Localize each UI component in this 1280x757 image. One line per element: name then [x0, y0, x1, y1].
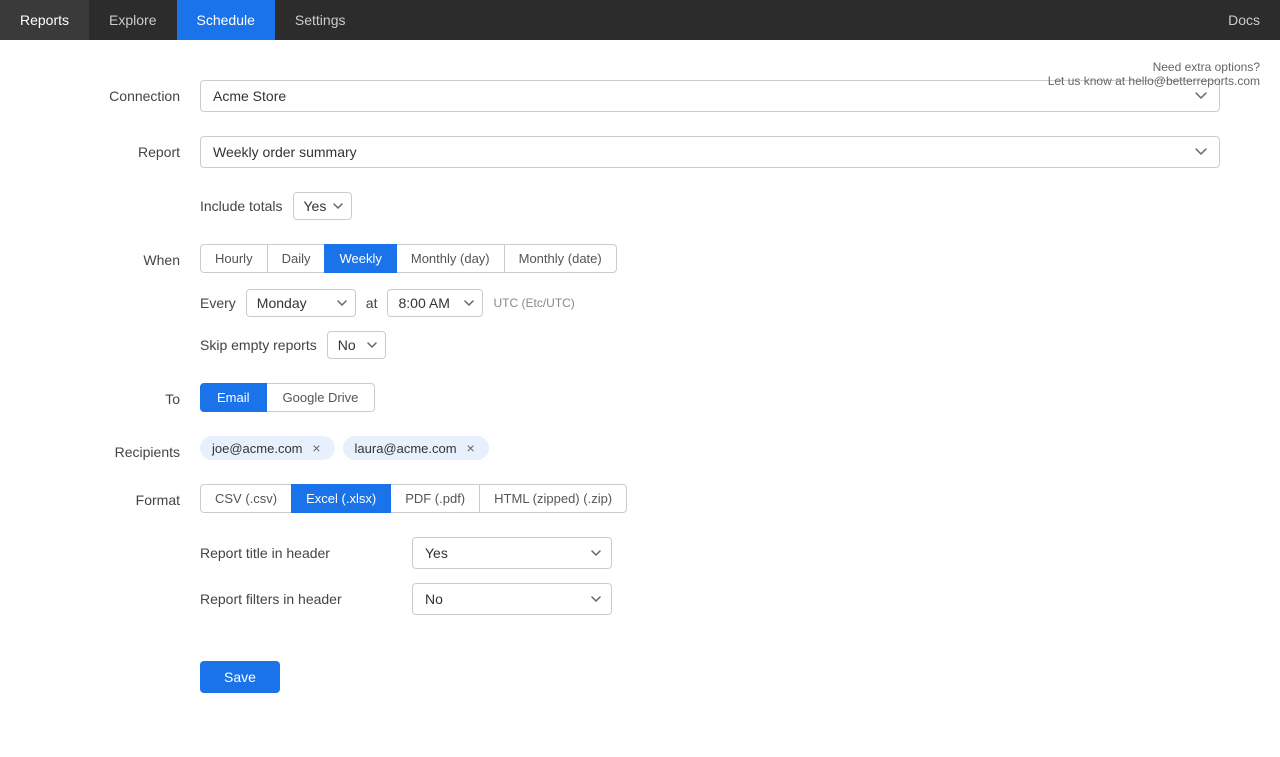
report-row: Report Weekly order summary: [60, 136, 1220, 168]
include-totals-control: Include totals Yes No: [200, 192, 1220, 220]
tab-daily[interactable]: Daily: [267, 244, 326, 273]
when-label: When: [60, 244, 200, 268]
recipient-tag-joe: joe@acme.com ×: [200, 436, 335, 460]
every-label: Every: [200, 295, 236, 311]
time-select[interactable]: 8:00 AM 9:00 AM 10:00 AM: [387, 289, 483, 317]
nav-docs[interactable]: Docs: [1208, 0, 1280, 40]
save-button[interactable]: Save: [200, 661, 280, 693]
report-filters-header-select[interactable]: No Yes: [412, 583, 612, 615]
remove-laura-button[interactable]: ×: [463, 440, 479, 456]
recipient-email-joe: joe@acme.com: [212, 441, 303, 456]
include-totals-label: Include totals: [200, 198, 283, 214]
remove-joe-button[interactable]: ×: [309, 440, 325, 456]
report-filters-header-label: Report filters in header: [200, 591, 400, 607]
at-label: at: [366, 295, 378, 311]
format-html[interactable]: HTML (zipped) (.zip): [479, 484, 627, 513]
nav-settings[interactable]: Settings: [275, 0, 366, 40]
format-excel[interactable]: Excel (.xlsx): [291, 484, 391, 513]
report-filters-sub-row: Report filters in header No Yes: [200, 583, 1220, 615]
when-control: Hourly Daily Weekly Monthly (day) Monthl…: [200, 244, 1220, 359]
help-line2: Let us know at hello@betterreports.com: [1048, 74, 1260, 88]
nav-explore[interactable]: Explore: [89, 0, 176, 40]
to-control: Email Google Drive: [200, 383, 1220, 412]
every-at-row: Every Monday Tuesday Wednesday Thursday …: [200, 289, 1220, 317]
skip-empty-label: Skip empty reports: [200, 337, 317, 353]
connection-label: Connection: [60, 80, 200, 104]
save-row: Save: [60, 653, 1220, 693]
help-text: Need extra options? Let us know at hello…: [1048, 60, 1260, 88]
tab-monthly-day[interactable]: Monthly (day): [396, 244, 505, 273]
tab-monthly-date[interactable]: Monthly (date): [504, 244, 617, 273]
to-email-button[interactable]: Email: [200, 383, 267, 412]
when-tab-group: Hourly Daily Weekly Monthly (day) Monthl…: [200, 244, 1220, 273]
recipients-control: joe@acme.com × laura@acme.com ×: [200, 436, 1220, 460]
to-tab-group: Email Google Drive: [200, 383, 1220, 412]
when-row: When Hourly Daily Weekly Monthly (day) M…: [60, 244, 1220, 359]
report-label: Report: [60, 136, 200, 160]
report-title-header-spacer: [60, 537, 200, 545]
to-label: To: [60, 383, 200, 407]
recipients-label: Recipients: [60, 436, 200, 460]
nav-schedule[interactable]: Schedule: [177, 0, 275, 40]
recipient-email-laura: laura@acme.com: [355, 441, 457, 456]
to-google-drive-button[interactable]: Google Drive: [266, 383, 376, 412]
recipients-area: joe@acme.com × laura@acme.com ×: [200, 436, 1220, 460]
navigation: Reports Explore Schedule Settings Docs: [0, 0, 1280, 40]
include-totals-spacer: [60, 192, 200, 200]
report-title-header-select[interactable]: Yes No: [412, 537, 612, 569]
timezone-label: UTC (Etc/UTC): [493, 296, 574, 310]
connection-row: Connection Acme Store: [60, 80, 1220, 112]
format-row: Format CSV (.csv) Excel (.xlsx) PDF (.pd…: [60, 484, 1220, 513]
report-control: Weekly order summary: [200, 136, 1220, 168]
tab-weekly[interactable]: Weekly: [324, 244, 396, 273]
tab-hourly[interactable]: Hourly: [200, 244, 268, 273]
help-line1: Need extra options?: [1048, 60, 1260, 74]
nav-reports[interactable]: Reports: [0, 0, 89, 40]
format-control: CSV (.csv) Excel (.xlsx) PDF (.pdf) HTML…: [200, 484, 1220, 513]
skip-empty-select[interactable]: No Yes: [327, 331, 386, 359]
every-select[interactable]: Monday Tuesday Wednesday Thursday Friday…: [246, 289, 356, 317]
recipients-row: Recipients joe@acme.com × laura@acme.com…: [60, 436, 1220, 460]
main-content: Need extra options? Let us know at hello…: [0, 40, 1280, 757]
report-select[interactable]: Weekly order summary: [200, 136, 1220, 168]
format-label: Format: [60, 484, 200, 508]
format-button-group: CSV (.csv) Excel (.xlsx) PDF (.pdf) HTML…: [200, 484, 1220, 513]
format-csv[interactable]: CSV (.csv): [200, 484, 292, 513]
recipient-tag-laura: laura@acme.com ×: [343, 436, 489, 460]
report-title-header-control: Report title in header Yes No Report fil…: [200, 537, 1220, 629]
include-totals-row: Include totals Yes No: [60, 192, 1220, 220]
report-title-header-label: Report title in header: [200, 545, 400, 561]
include-totals-select[interactable]: Yes No: [293, 192, 352, 220]
skip-empty-row: Skip empty reports No Yes: [200, 331, 1220, 359]
to-row: To Email Google Drive: [60, 383, 1220, 412]
format-pdf[interactable]: PDF (.pdf): [390, 484, 480, 513]
report-title-sub-row: Report title in header Yes No: [200, 537, 1220, 569]
report-title-header-row: Report title in header Yes No Report fil…: [60, 537, 1220, 629]
